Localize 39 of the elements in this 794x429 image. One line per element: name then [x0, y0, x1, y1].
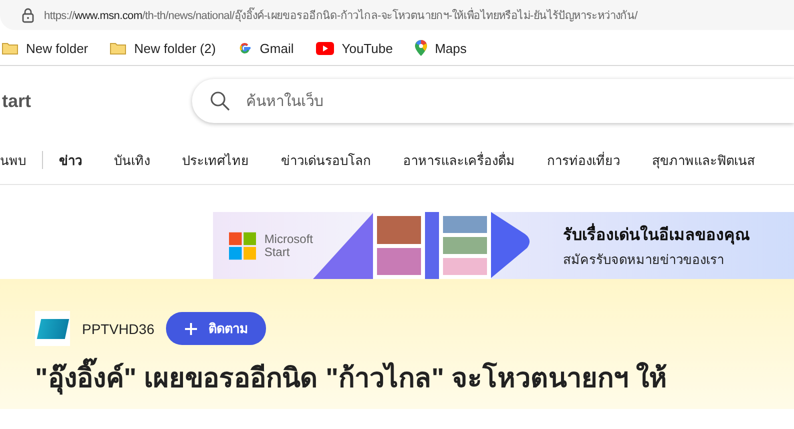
nav-tab[interactable]: บันเทิง — [98, 150, 166, 170]
publisher-logo — [35, 311, 70, 346]
search-icon — [210, 91, 230, 111]
wedge-shape — [313, 213, 373, 279]
newsletter-banner[interactable]: Microsoft Start รับเรื่องเด่นในอีเมลของคุณ สมัครรับจดหมายข่าวของเรา — [213, 212, 794, 279]
article-title: "อุ๊งอิ๊งค์" เผยขอรออีกนิด "ก้าวไกล" จะโหวตนายกฯ ให้ — [35, 356, 794, 399]
plus-icon — [184, 322, 198, 336]
folder-icon — [2, 42, 18, 54]
banner-headline: รับเรื่องเด่นในอีเมลของคุณ — [563, 222, 750, 246]
banner-subline: สมัครรับจดหมายข่าวของเรา — [563, 250, 725, 268]
bookmark[interactable]: New folder (2) — [110, 40, 216, 56]
nav-tab[interactable]: ข่าวเด่นรอบโลก — [265, 150, 387, 170]
phone-mockup — [439, 212, 491, 279]
publisher-name[interactable]: PPTVHD36 — [82, 320, 154, 336]
bookmark[interactable]: Maps — [414, 40, 467, 56]
search-input[interactable]: ค้นหาในเว็บ — [244, 92, 794, 110]
google-icon — [238, 41, 252, 55]
bookmark[interactable]: YouTube — [316, 40, 393, 56]
address-bar[interactable]: https://www.msn.com/th-th/news/national/อุ๊งอิ๊งค์-เผยขอรออีกนิด-ก้าวไกล-จะโหวตนายกฯ-ให้เพื่อไทยหรือไม่-ยันไร้ปัญหาระหว่างกัน/ — [0, 0, 794, 30]
brand-name: tart — [1, 90, 32, 112]
folder-icon — [110, 42, 126, 54]
nav-tab[interactable]: ข่าว — [43, 150, 98, 170]
lock-icon — [22, 8, 34, 22]
nav-tab[interactable]: อาหารและเครื่องดื่ม — [387, 150, 531, 170]
windows-logo-icon — [229, 230, 256, 260]
nav-tab[interactable]: ประเทศไทย — [166, 150, 265, 170]
url-text: https://www.msn.com/th-th/news/national/อุ๊งอิ๊งค์-เผยขอรออีกนิด-ก้าวไกล-จะโหวตนายกฯ-ให้เพื่อไทยหรือไม่-ยันไร้ปัญหาระหว่างกัน/ — [44, 6, 638, 24]
bookmark[interactable]: New folder — [2, 40, 88, 56]
phone-mockup — [373, 212, 425, 279]
nav-tab[interactable]: นพบ — [0, 150, 42, 170]
nav-tab[interactable]: สุขภาพและฟิตเนส — [636, 150, 771, 170]
map-pin-icon — [414, 40, 427, 56]
search-bar[interactable]: ค้นหาในเว็บ — [192, 79, 794, 123]
video-play-icon — [316, 42, 334, 54]
bookmark[interactable]: Gmail — [238, 40, 294, 56]
follow-button[interactable]: ติดตาม — [166, 312, 266, 345]
brand-name: Microsoft Start — [264, 232, 313, 258]
nav-tab[interactable]: การท่องเที่ยว — [531, 150, 636, 170]
stripe-shape — [425, 212, 439, 279]
